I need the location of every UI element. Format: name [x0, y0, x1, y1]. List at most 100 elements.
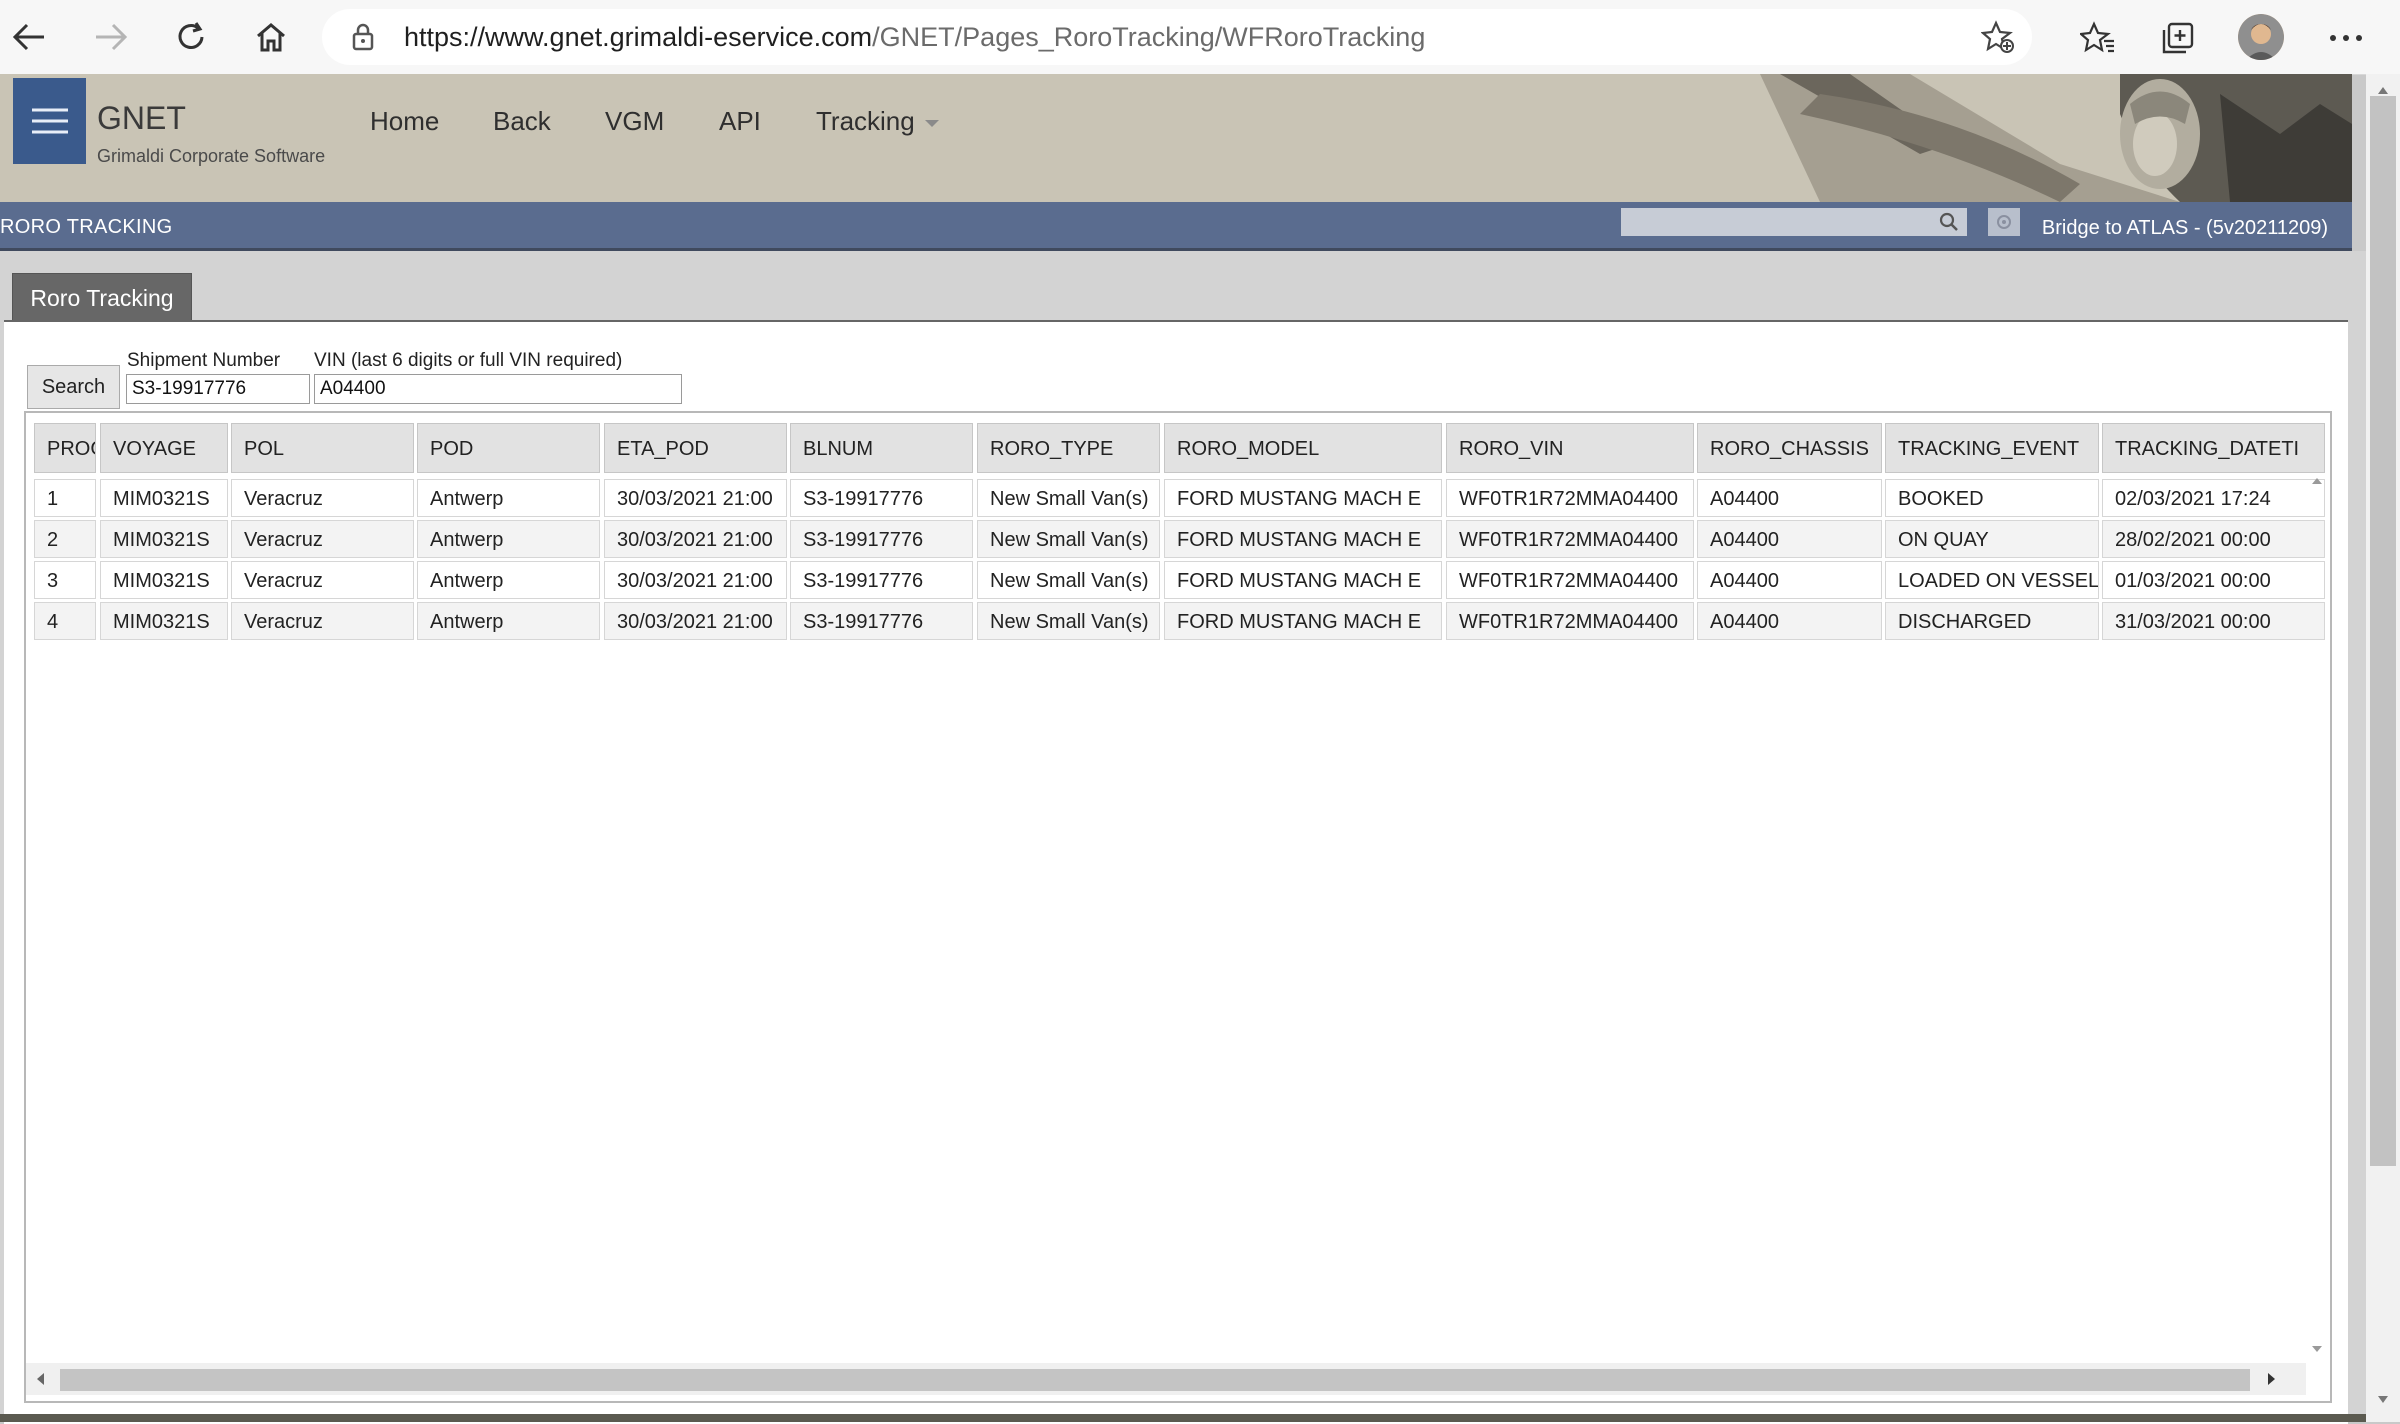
- table-cell: 1: [34, 479, 96, 517]
- scroll-left-icon[interactable]: [34, 1371, 48, 1387]
- grid-vertical-scrollbar[interactable]: [2306, 468, 2328, 1363]
- address-bar[interactable]: https://www.gnet.grimaldi-eservice.com/G…: [322, 9, 2032, 65]
- table-cell: FORD MUSTANG MACH E: [1164, 602, 1442, 640]
- caret-down-icon: [924, 119, 939, 127]
- favorites-icon[interactable]: [2078, 18, 2118, 58]
- table-cell: New Small Van(s): [977, 561, 1160, 599]
- section-title: RORO TRACKING: [0, 216, 173, 238]
- column-header[interactable]: RORO_CHASSIS: [1697, 423, 1882, 473]
- table-cell: FORD MUSTANG MACH E: [1164, 561, 1442, 599]
- menu-home[interactable]: Home: [370, 106, 439, 137]
- table-cell: Veracruz: [231, 561, 414, 599]
- table-cell: WF0TR1R72MMA04400: [1446, 561, 1694, 599]
- tab-roro-tracking[interactable]: Roro Tracking: [12, 273, 192, 323]
- quick-search-input[interactable]: [1621, 208, 1967, 236]
- table-cell: S3-19917776: [790, 561, 973, 599]
- scroll-right-icon[interactable]: [2264, 1371, 2278, 1387]
- search-icon[interactable]: [1939, 212, 1959, 237]
- add-favorite-icon[interactable]: [1980, 19, 2016, 55]
- table-cell: 02/03/2021 17:24: [2102, 479, 2325, 517]
- column-header[interactable]: POD: [417, 423, 600, 473]
- page-scroll-up-icon[interactable]: [2376, 84, 2390, 96]
- results-grid: PROGVOYAGEPOLPODETA_PODBLNUMRORO_TYPEROR…: [24, 411, 2332, 1403]
- column-header[interactable]: TRACKING_DATETI: [2102, 423, 2325, 473]
- table-cell: S3-19917776: [790, 602, 973, 640]
- table-cell: 3: [34, 561, 96, 599]
- hamburger-icon[interactable]: [13, 78, 86, 164]
- settings-icon[interactable]: [1988, 208, 2020, 236]
- menu-tracking-label: Tracking: [816, 106, 915, 136]
- table-cell: WF0TR1R72MMA04400: [1446, 479, 1694, 517]
- table-cell: MIM0321S: [100, 602, 228, 640]
- menu-vgm[interactable]: VGM: [605, 106, 664, 137]
- search-button[interactable]: Search: [27, 365, 120, 409]
- table-cell: Antwerp: [417, 602, 600, 640]
- table-cell: 2: [34, 520, 96, 558]
- refresh-icon[interactable]: [168, 14, 214, 60]
- grid-horizontal-scrollbar[interactable]: [26, 1363, 2306, 1395]
- section-bar: RORO TRACKING Bridge to ATLAS - (5v20211…: [0, 202, 2352, 251]
- table-cell: LOADED ON VESSEL: [1885, 561, 2099, 599]
- table-cell: Antwerp: [417, 479, 600, 517]
- vin-input[interactable]: A04400: [314, 374, 682, 404]
- column-header[interactable]: POL: [231, 423, 414, 473]
- menu-tracking[interactable]: Tracking: [816, 106, 939, 137]
- table-cell: 01/03/2021 00:00: [2102, 561, 2325, 599]
- url-text[interactable]: https://www.gnet.grimaldi-eservice.com/G…: [404, 22, 1425, 53]
- table-cell: Veracruz: [231, 479, 414, 517]
- url-path: /GNET/Pages_RoroTracking/WFRoroTracking: [872, 22, 1426, 52]
- table-cell: 30/03/2021 21:00: [604, 520, 787, 558]
- column-header[interactable]: PROG: [34, 423, 96, 473]
- column-header[interactable]: RORO_VIN: [1446, 423, 1694, 473]
- table-cell: Antwerp: [417, 520, 600, 558]
- more-icon[interactable]: [2324, 18, 2368, 58]
- table-cell: 4: [34, 602, 96, 640]
- column-header[interactable]: BLNUM: [790, 423, 973, 473]
- table-cell: New Small Van(s): [977, 602, 1160, 640]
- column-header[interactable]: RORO_TYPE: [977, 423, 1160, 473]
- app-header: GNET Grimaldi Corporate Software Home Ba…: [0, 74, 2352, 202]
- table-cell: MIM0321S: [100, 561, 228, 599]
- lock-icon[interactable]: [348, 21, 378, 53]
- brand-subtitle: Grimaldi Corporate Software: [97, 146, 326, 166]
- menu-api[interactable]: API: [719, 106, 761, 137]
- column-header[interactable]: VOYAGE: [100, 423, 228, 473]
- table-cell: A04400: [1697, 561, 1882, 599]
- grid-horizontal-scroll-thumb[interactable]: [60, 1369, 2250, 1391]
- browser-toolbar: https://www.gnet.grimaldi-eservice.com/G…: [0, 0, 2400, 75]
- table-cell: FORD MUSTANG MACH E: [1164, 479, 1442, 517]
- url-host: https://www.gnet.grimaldi-eservice.com: [404, 22, 873, 52]
- table-cell: Antwerp: [417, 561, 600, 599]
- header-statue-image: [1760, 74, 2352, 202]
- back-arrow-icon[interactable]: [6, 14, 52, 60]
- table-cell: New Small Van(s): [977, 520, 1160, 558]
- column-header[interactable]: TRACKING_EVENT: [1885, 423, 2099, 473]
- column-header[interactable]: RORO_MODEL: [1164, 423, 1442, 473]
- page-scroll-down-icon[interactable]: [2376, 1394, 2390, 1406]
- version-label: Bridge to ATLAS - (5v20211209): [2041, 217, 2328, 239]
- home-icon[interactable]: [248, 14, 294, 60]
- table-cell: S3-19917776: [790, 520, 973, 558]
- forward-arrow-icon[interactable]: [88, 14, 134, 60]
- table-cell: MIM0321S: [100, 520, 228, 558]
- table-cell: 30/03/2021 21:00: [604, 602, 787, 640]
- column-header[interactable]: ETA_POD: [604, 423, 787, 473]
- table-cell: Veracruz: [231, 602, 414, 640]
- bottom-background-strip: [0, 1414, 2366, 1422]
- collections-icon[interactable]: [2158, 18, 2198, 58]
- table-cell: 31/03/2021 00:00: [2102, 602, 2325, 640]
- table-cell: FORD MUSTANG MACH E: [1164, 520, 1442, 558]
- profile-avatar[interactable]: [2238, 14, 2284, 60]
- table-cell: Veracruz: [231, 520, 414, 558]
- shipment-number-label: Shipment Number: [127, 350, 281, 371]
- table-cell: A04400: [1697, 602, 1882, 640]
- menu-back[interactable]: Back: [493, 106, 551, 137]
- shipment-number-input[interactable]: S3-19917776: [126, 374, 310, 404]
- table-cell: WF0TR1R72MMA04400: [1446, 602, 1694, 640]
- table-cell: A04400: [1697, 479, 1882, 517]
- table-cell: 30/03/2021 21:00: [604, 479, 787, 517]
- page-scroll-thumb[interactable]: [2370, 96, 2396, 1166]
- table-cell: ON QUAY: [1885, 520, 2099, 558]
- table-cell: WF0TR1R72MMA04400: [1446, 520, 1694, 558]
- table-cell: A04400: [1697, 520, 1882, 558]
